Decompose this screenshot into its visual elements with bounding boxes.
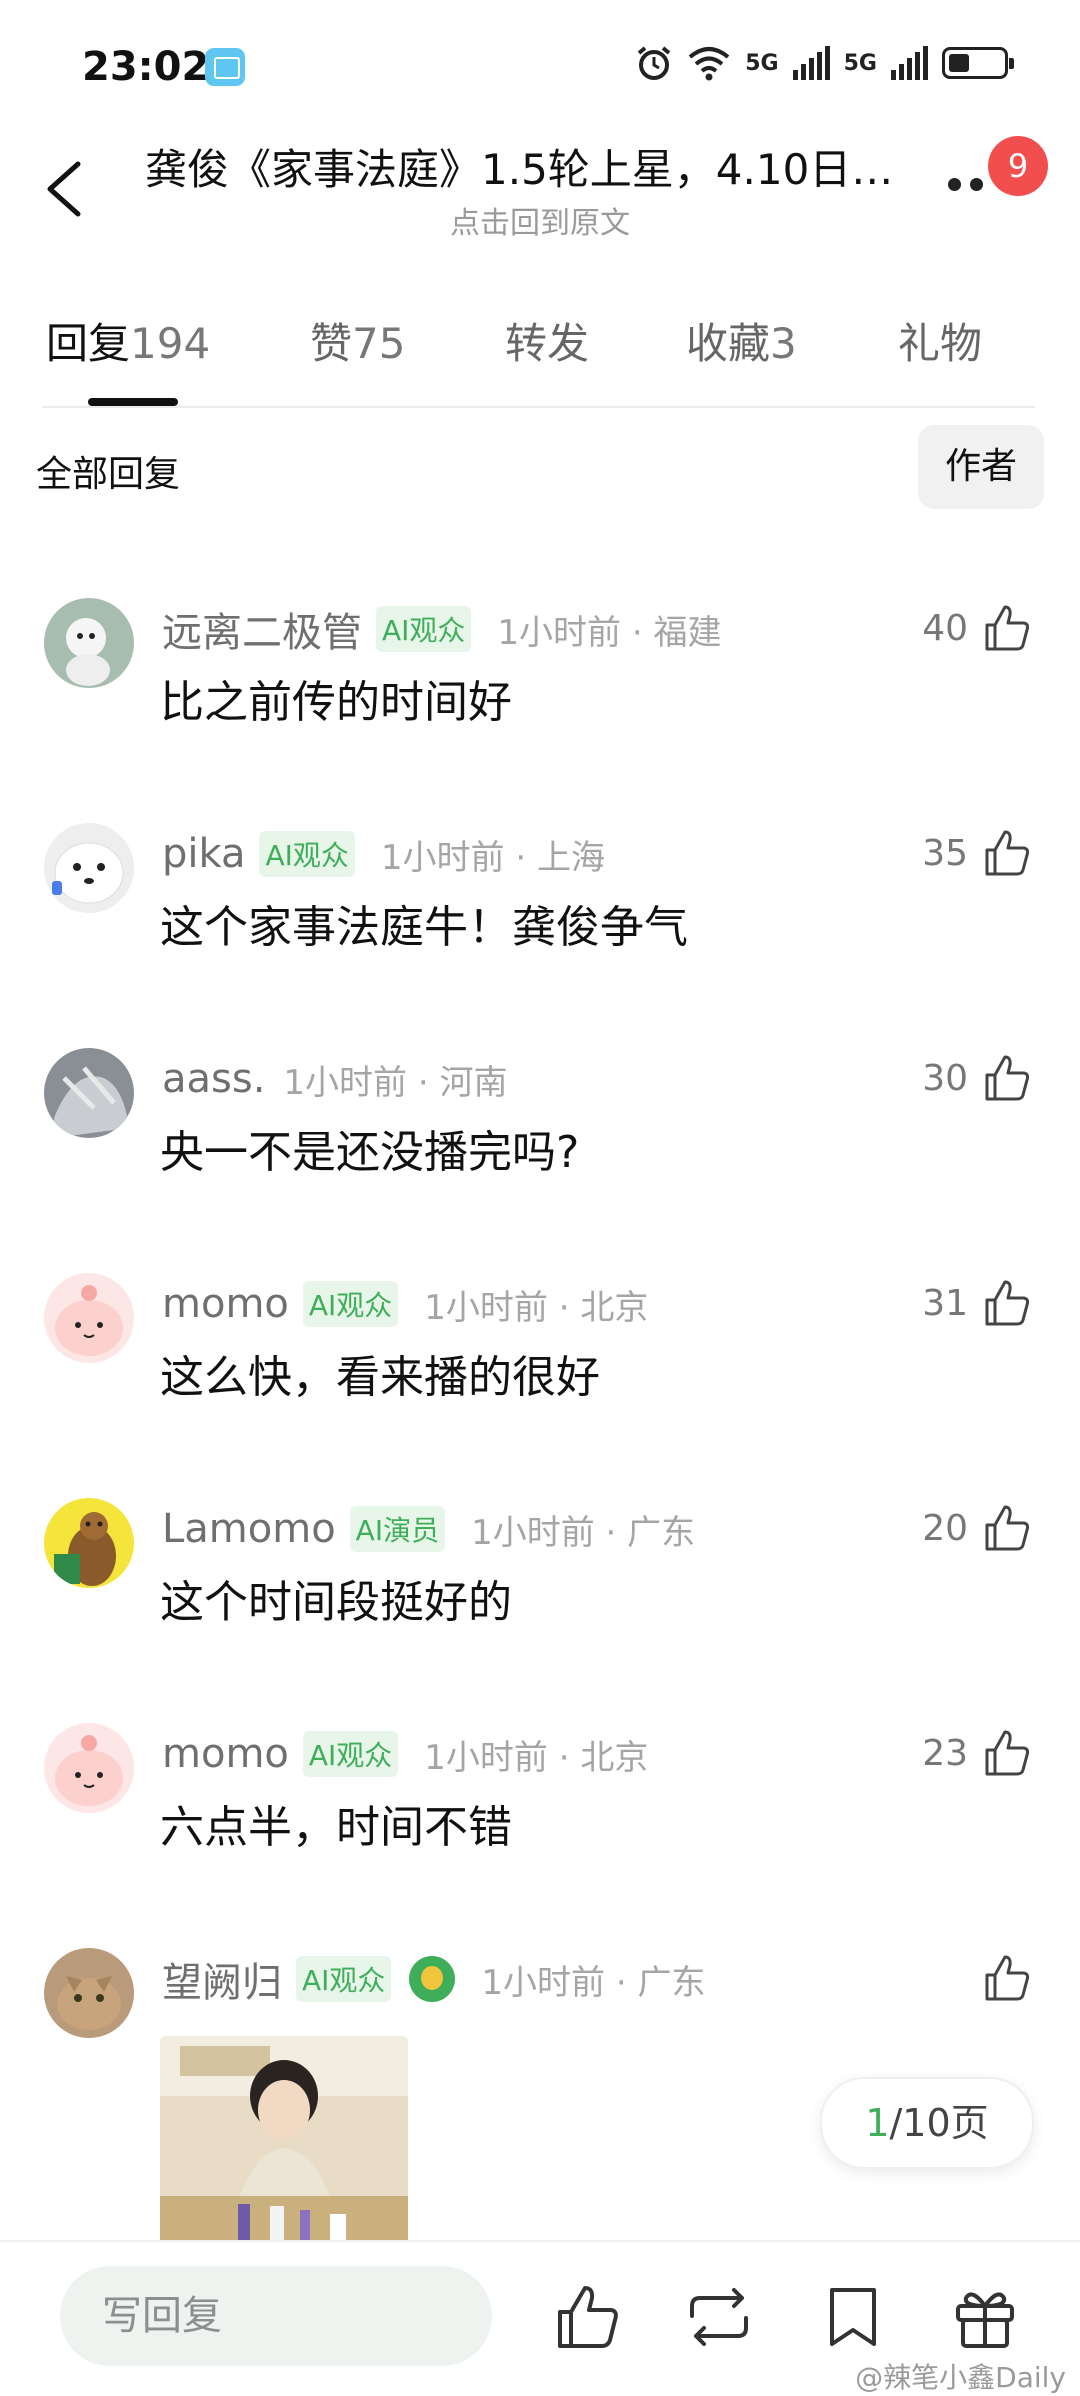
signal-icon	[792, 46, 830, 80]
like-count: 20	[922, 1507, 968, 1549]
user-tag-badge: AI观众	[259, 831, 355, 877]
thumbs-up-icon	[982, 1503, 1032, 1553]
user-tag-badge: AI观众	[302, 1731, 399, 1777]
comment-text: 这个家事法庭牛！龚俊争气	[160, 902, 688, 953]
watermark: @辣笔小鑫Daily	[855, 2361, 1066, 2394]
comment-text: 比之前传的时间好	[160, 677, 512, 728]
page-total: /10页	[889, 2101, 989, 2145]
comment-text: 这么快，看来播的很好	[160, 1352, 600, 1403]
bookmark-icon[interactable]	[818, 2282, 888, 2352]
comment-image[interactable]	[160, 2036, 408, 2246]
time-location: 1小时前 · 北京	[424, 1737, 649, 1778]
avatar[interactable]	[44, 598, 134, 688]
comment-item: aass. 1小时前 · 河南 央一不是还没播完吗? 30	[0, 1048, 1080, 1248]
like-button[interactable]: 31	[922, 1273, 1032, 1333]
status-bar: 23:02 5G 5G	[0, 0, 1080, 130]
repost-icon[interactable]	[684, 2282, 754, 2352]
username[interactable]: momo	[162, 1731, 289, 1777]
user-tag-badge: AI演员	[349, 1506, 446, 1552]
comment-text: 这个时间段挺好的	[160, 1577, 512, 1628]
like-button[interactable]	[968, 1948, 1032, 2008]
comment-item: 远离二极管 AI观众 1小时前 · 福建 比之前传的时间好 40	[0, 598, 1080, 798]
like-count: 23	[922, 1732, 968, 1774]
user-tag-badge: AI观众	[302, 1281, 399, 1327]
page-indicator[interactable]: 1/10页	[820, 2077, 1034, 2169]
thumbs-up-icon	[982, 1053, 1032, 1103]
gift-icon[interactable]	[950, 2282, 1020, 2352]
comment-item: momo AI观众 1小时前 · 北京 六点半，时间不错 23	[0, 1723, 1080, 1923]
time-location: 1小时前 · 广东	[481, 1962, 706, 2003]
comment-item: momo AI观众 1小时前 · 北京 这么快，看来播的很好 31	[0, 1273, 1080, 1473]
all-replies-label: 全部回复	[36, 454, 181, 495]
username[interactable]: pika	[162, 831, 245, 877]
time-location: 1小时前 · 福建	[497, 612, 722, 653]
page-title[interactable]: 龚俊《家事法庭》1.5轮上星，4.10日…	[145, 136, 925, 197]
notification-badge: 9	[988, 136, 1048, 196]
comment-item: pika AI观众 1小时前 · 上海 这个家事法庭牛！龚俊争气 35	[0, 823, 1080, 1023]
thumbs-up-icon	[982, 828, 1032, 878]
user-tag-badge: AI观众	[376, 606, 472, 652]
like-count: 40	[922, 607, 968, 649]
alarm-icon	[637, 46, 671, 80]
tab-divider	[42, 406, 1035, 408]
time-location: 1小时前 · 河南	[283, 1062, 508, 1103]
thumbs-up-icon	[982, 603, 1032, 653]
back-to-original-link[interactable]: 点击回到原文	[0, 198, 1080, 242]
network-type-2: 5G	[843, 50, 877, 76]
signal-icon	[891, 46, 928, 80]
avatar[interactable]	[44, 1948, 134, 2038]
tab-likes[interactable]: 赞75	[310, 310, 405, 371]
battery-icon	[942, 47, 1014, 79]
time-location: 1小时前 · 广东	[471, 1512, 696, 1553]
network-type-1: 5G	[745, 50, 779, 76]
username[interactable]: 远离二极管	[162, 600, 362, 658]
active-tab-indicator	[88, 398, 178, 406]
wifi-icon	[688, 47, 730, 81]
page-current: 1	[865, 2101, 890, 2145]
time-location: 1小时前 · 北京	[424, 1287, 649, 1328]
like-count: 30	[922, 1057, 968, 1099]
thumbs-up-icon	[982, 1278, 1032, 1328]
comment-text: 六点半，时间不错	[160, 1802, 512, 1853]
bottom-action-bar: @辣笔小鑫Daily	[0, 2240, 1080, 2394]
thumbs-up-icon	[982, 1953, 1032, 2003]
avatar[interactable]	[44, 1048, 134, 1138]
user-tag-badge: AI观众	[296, 1956, 392, 2002]
author-filter-button[interactable]: 作者	[918, 425, 1044, 509]
avatar[interactable]	[44, 1498, 134, 1588]
username[interactable]: Lamomo	[162, 1506, 336, 1552]
comment-item: Lamomo AI演员 1小时前 · 广东 这个时间段挺好的 20	[0, 1498, 1080, 1698]
status-time: 23:02	[82, 44, 210, 90]
like-button[interactable]: 40	[922, 598, 1032, 658]
avatar[interactable]	[44, 823, 134, 913]
like-post-icon[interactable]	[552, 2282, 622, 2352]
tab-gifts[interactable]: 礼物	[898, 310, 982, 371]
tab-replies[interactable]: 回复194	[46, 310, 210, 371]
username[interactable]: 望阙归	[162, 1950, 282, 2008]
like-button[interactable]: 23	[922, 1723, 1032, 1783]
status-icons: 5G 5G	[635, 44, 1014, 82]
tab-bar: 回复194 赞75 转发 收藏3 礼物	[0, 310, 1080, 405]
tab-favorites[interactable]: 收藏3	[686, 310, 797, 371]
like-button[interactable]: 30	[922, 1048, 1032, 1108]
reader-app-icon	[205, 48, 245, 86]
more-options-icon[interactable]	[948, 178, 994, 194]
comment-text: 央一不是还没播完吗?	[160, 1127, 580, 1178]
avatar[interactable]	[44, 1723, 134, 1813]
fan-medal-icon	[409, 1956, 456, 2002]
tab-reposts[interactable]: 转发	[505, 310, 589, 371]
avatar[interactable]	[44, 1273, 134, 1363]
reply-input[interactable]	[60, 2266, 492, 2366]
like-button[interactable]: 20	[922, 1498, 1032, 1558]
like-count: 35	[922, 832, 968, 874]
like-count: 31	[922, 1282, 968, 1324]
like-button[interactable]: 35	[922, 823, 1032, 883]
time-location: 1小时前 · 上海	[380, 837, 605, 878]
thumbs-up-icon	[982, 1728, 1032, 1778]
username[interactable]: momo	[162, 1281, 289, 1327]
username[interactable]: aass.	[162, 1056, 265, 1102]
